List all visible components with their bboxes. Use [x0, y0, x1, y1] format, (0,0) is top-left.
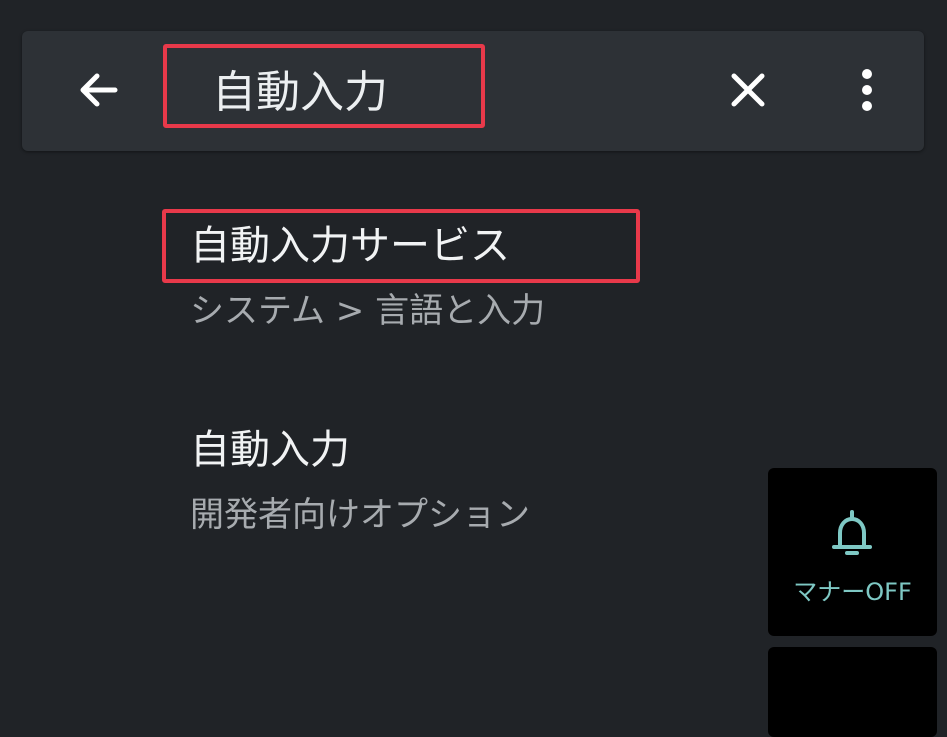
search-input[interactable]: 自動入力 — [212, 64, 388, 122]
manner-mode-tile[interactable]: マナーOFF — [768, 468, 937, 636]
search-bar: 自動入力 — [22, 31, 924, 151]
bell-icon — [832, 510, 872, 555]
search-result-item[interactable]: 自動入力サービス システム > 言語と入力 — [190, 220, 545, 334]
arrow-left-icon — [80, 73, 118, 107]
result-path: システム > 言語と入力 — [190, 291, 546, 331]
result-title: 自動入力 — [190, 427, 350, 473]
result-path: 開発者向けオプション — [190, 495, 530, 535]
back-button[interactable] — [70, 61, 128, 119]
search-result-item[interactable]: 自動入力 開発者向けオプション — [190, 424, 530, 538]
clear-search-button[interactable] — [719, 61, 777, 119]
result-title: 自動入力サービス — [190, 223, 510, 269]
manner-mode-label: マナーOFF — [793, 578, 912, 606]
close-icon — [731, 73, 765, 107]
more-vertical-icon — [862, 69, 872, 111]
more-options-button[interactable] — [838, 61, 896, 119]
